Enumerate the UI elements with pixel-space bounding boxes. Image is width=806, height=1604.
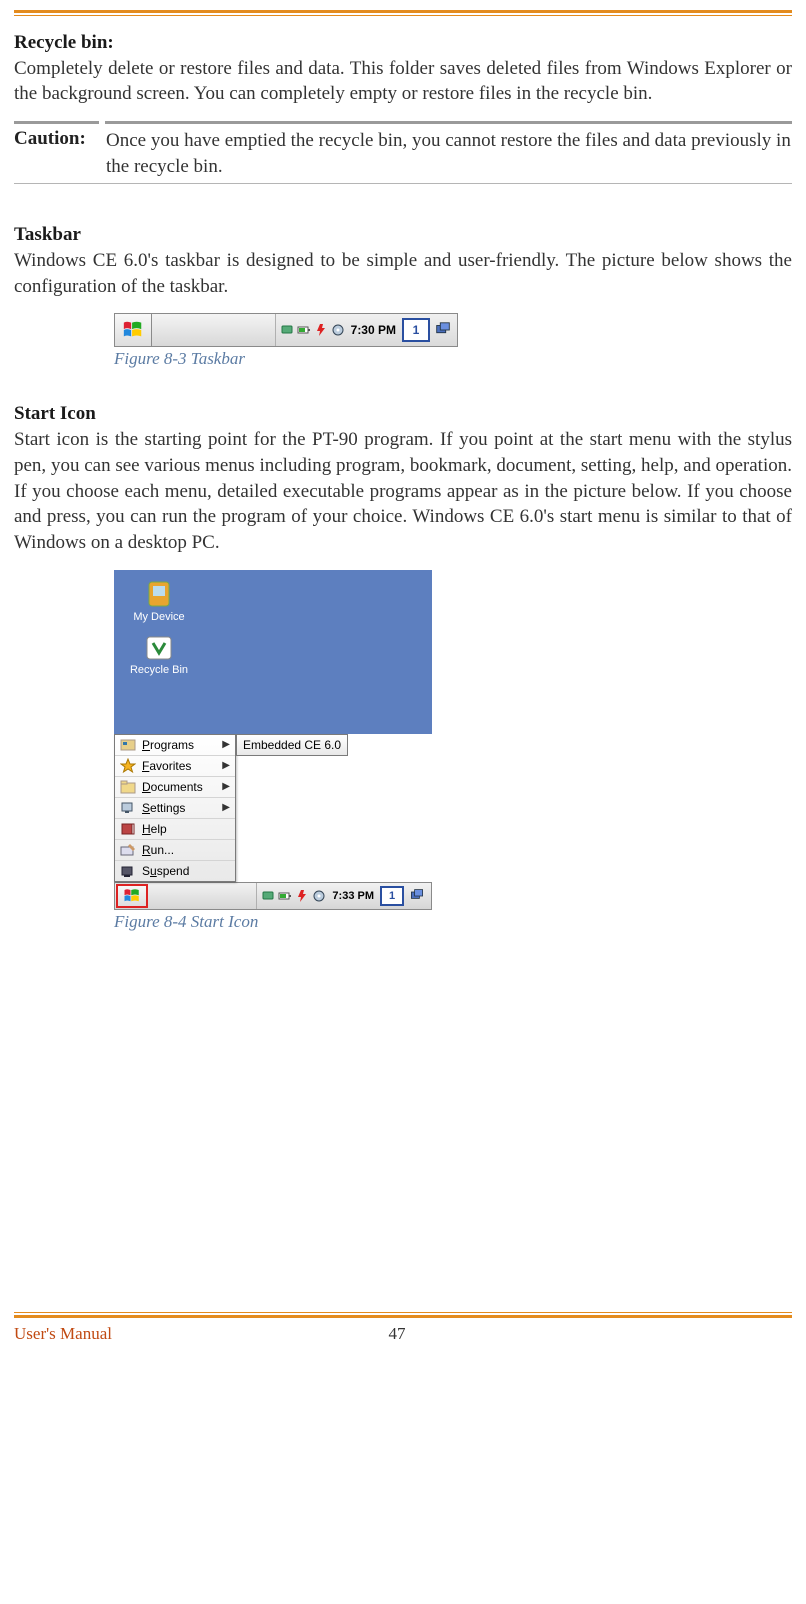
header-rule-thick <box>14 10 792 13</box>
chevron-right-icon: ▶ <box>222 781 230 792</box>
footer-left: User's Manual <box>14 1324 112 1344</box>
documents-icon <box>120 779 136 795</box>
tray-icon-1 <box>280 323 294 337</box>
tray-icon-1 <box>261 889 275 903</box>
recycle-bin-body: Completely delete or restore files and d… <box>14 58 792 105</box>
menu-item-run[interactable]: Run... <box>115 839 235 860</box>
caution-box: Caution: Once you have emptied the recyc… <box>14 121 792 184</box>
disc-icon <box>312 889 326 903</box>
taskbar-title: Taskbar <box>14 224 792 246</box>
chevron-right-icon: ▶ <box>222 739 230 750</box>
settings-icon <box>120 800 136 816</box>
recycle-bin-icon[interactable]: Recycle Bin <box>124 631 194 676</box>
page-number: 47 <box>112 1324 682 1344</box>
clock-text-2: 7:33 PM <box>329 890 377 902</box>
caution-rule-seg2 <box>105 121 792 124</box>
caution-rule-seg1 <box>14 121 99 124</box>
bolt-icon <box>295 889 309 903</box>
start-icon-body: Start icon is the starting point for the… <box>14 427 792 555</box>
my-device-icon[interactable]: My Device <box>124 578 194 623</box>
my-device-label: My Device <box>133 611 184 623</box>
input-indicator[interactable]: 1 <box>402 318 430 342</box>
recycle-bin-block: Recycle bin: Completely delete or restor… <box>14 30 792 107</box>
favorites-icon <box>120 758 136 774</box>
desktop-area: My Device Recycle Bin <box>114 570 432 734</box>
help-icon <box>120 821 136 837</box>
recycle-bin-label: Recycle Bin <box>130 664 188 676</box>
menu-item-documents[interactable]: Documents ▶ <box>115 776 235 797</box>
input-indicator-2[interactable]: 1 <box>380 886 404 906</box>
start-button[interactable] <box>115 314 152 346</box>
windows-flag-icon <box>123 887 141 905</box>
menu-item-settings[interactable]: Settings ▶ <box>115 797 235 818</box>
header-rule-thin <box>14 15 792 16</box>
desktop-icon[interactable] <box>433 320 453 340</box>
suspend-icon <box>120 863 136 879</box>
figure-8-4-caption: Figure 8-4 Start Icon <box>114 912 792 932</box>
menu-item-programs[interactable]: Programs ▶ <box>115 735 235 755</box>
system-tray: 7:30 PM 1 <box>275 314 457 346</box>
taskbar-2: 7:33 PM 1 <box>114 882 432 910</box>
clock-text: 7:30 PM <box>348 323 399 337</box>
start-menu-figure: My Device Recycle Bin Programs ▶ F <box>114 570 432 910</box>
figure-8-3-caption: Figure 8-3 Taskbar <box>114 349 792 369</box>
start-button-highlighted[interactable] <box>116 884 148 908</box>
chevron-right-icon: ▶ <box>222 760 230 771</box>
taskbar-figure: 7:30 PM 1 <box>114 313 458 347</box>
chevron-right-icon: ▶ <box>222 802 230 813</box>
bolt-icon <box>314 323 328 337</box>
start-icon-title: Start Icon <box>14 403 792 425</box>
caution-label: Caution: <box>14 128 106 150</box>
system-tray-2: 7:33 PM 1 <box>256 883 431 909</box>
taskbar-body: Windows CE 6.0's taskbar is designed to … <box>14 248 792 299</box>
desktop-icon-2[interactable] <box>407 886 427 906</box>
disc-icon <box>331 323 345 337</box>
menu-item-help[interactable]: Help <box>115 818 235 839</box>
programs-icon <box>120 737 136 753</box>
run-icon <box>120 842 136 858</box>
menu-item-suspend[interactable]: Suspend <box>115 860 235 881</box>
caution-text: Once you have emptied the recycle bin, y… <box>106 128 792 179</box>
battery-icon <box>297 323 311 337</box>
windows-flag-icon <box>122 319 144 341</box>
start-menu-panel: Programs ▶ Favorites ▶ Documents ▶ <box>114 734 236 882</box>
recycle-bin-title: Recycle bin: <box>14 32 114 53</box>
menu-item-favorites[interactable]: Favorites ▶ <box>115 755 235 776</box>
submenu-embedded-ce[interactable]: Embedded CE 6.0 <box>236 734 348 756</box>
page-footer: User's Manual 47 <box>0 1312 806 1364</box>
battery-icon <box>278 889 292 903</box>
